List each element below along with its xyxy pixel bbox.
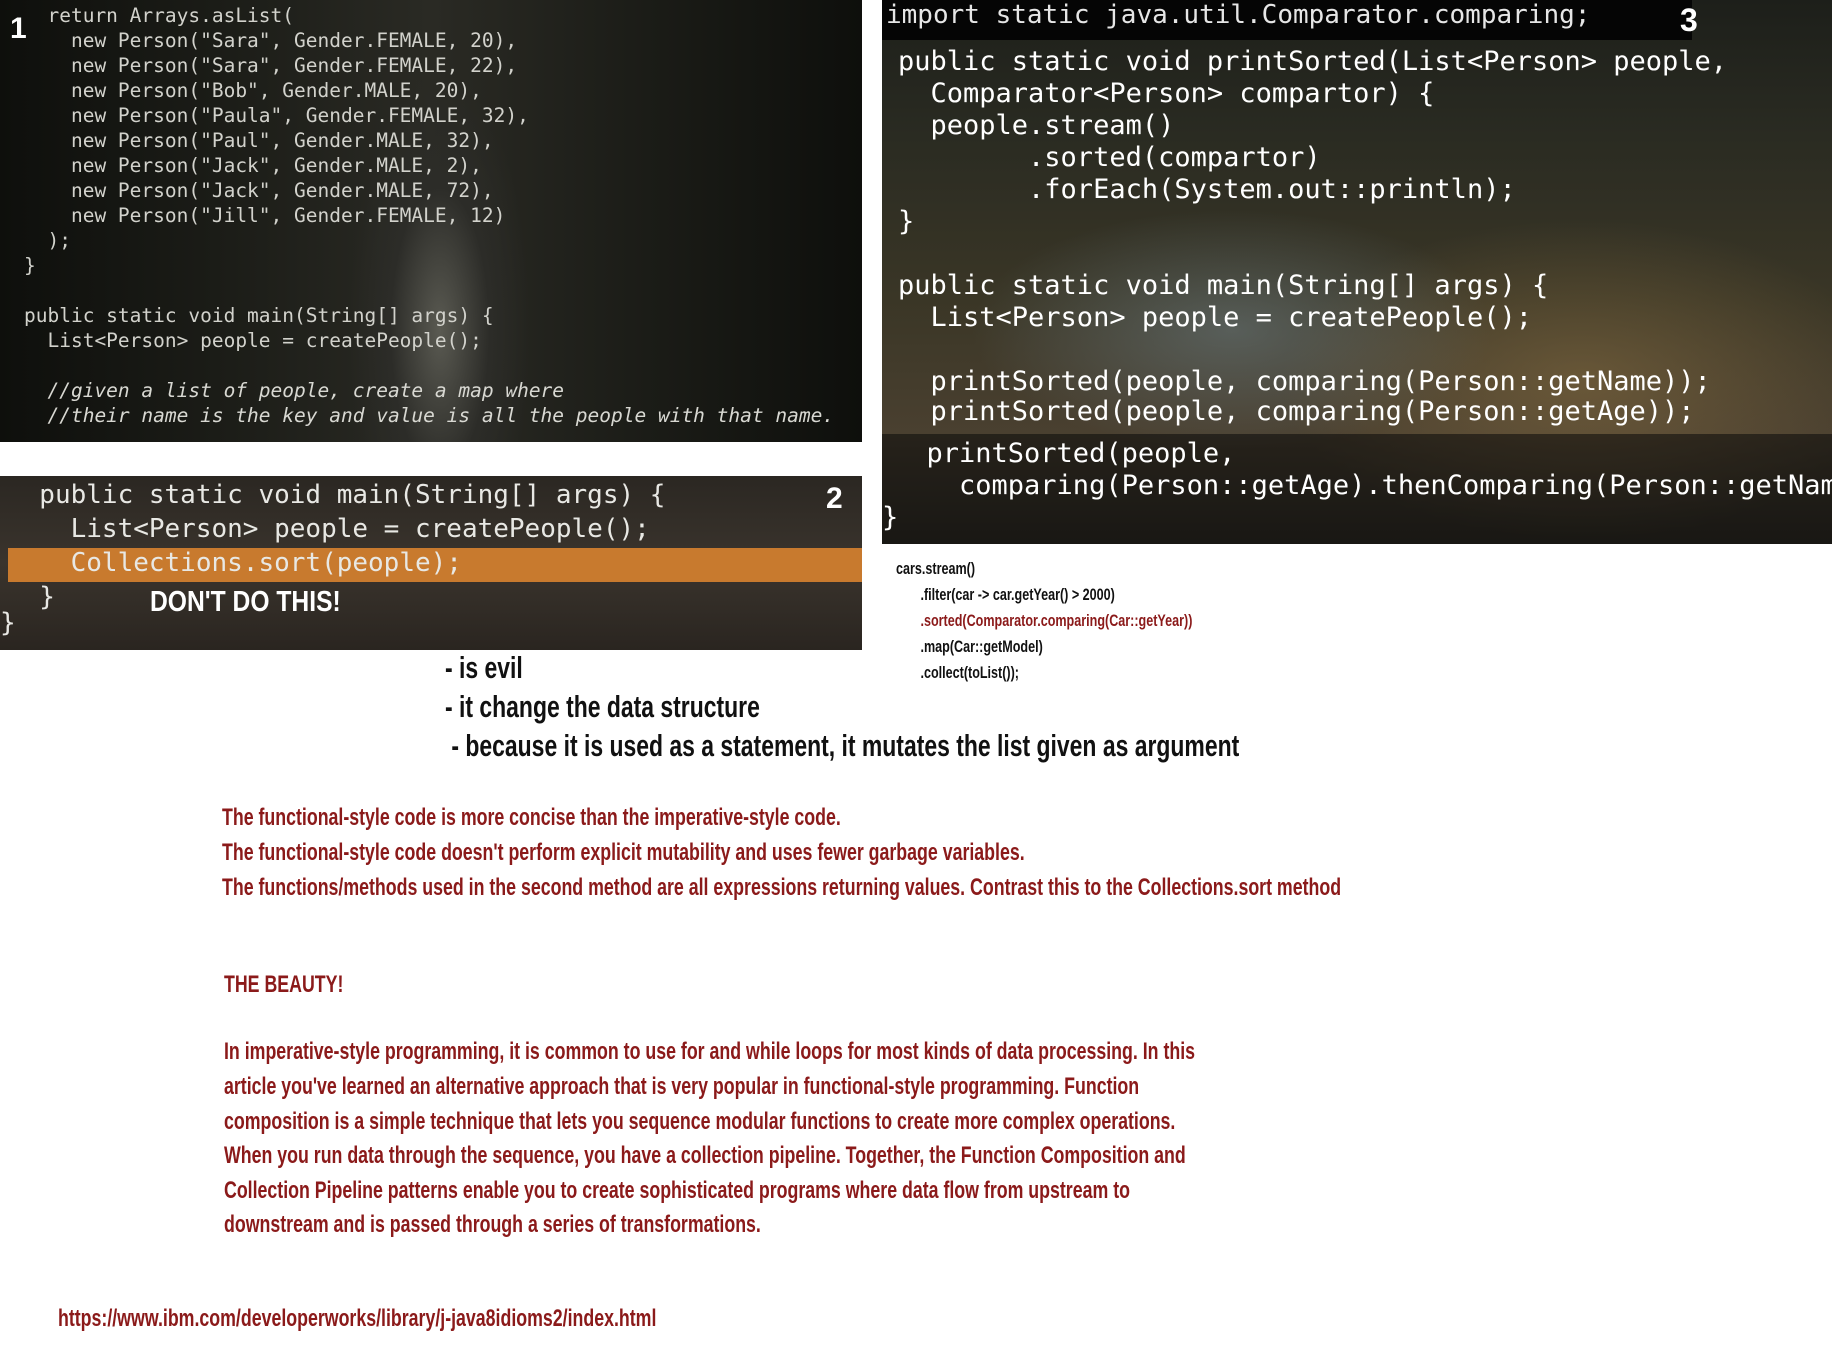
code-line: new Person("Sara", Gender.FEMALE, 20), [24, 29, 518, 52]
code-line: List<Person> people = createPeople(); [8, 514, 650, 544]
source-link[interactable]: https://www.ibm.com/developerworks/libra… [58, 1305, 656, 1333]
code-line: Comparator<Person> compartor) { [898, 78, 1435, 109]
code-line: public static void main(String[] args) { [8, 480, 666, 510]
code-comment: //given a list of people, create a map w… [24, 379, 565, 402]
cars-line: .filter(car -> car.getYear() > 2000) [896, 585, 1115, 604]
code-line: } [898, 206, 915, 237]
code-comment: //their name is the key and value is all… [24, 404, 835, 427]
note-line: - it change the data structure [445, 689, 760, 724]
code-line: printSorted(people, comparing(Person::ge… [898, 366, 1711, 397]
code-line: new Person("Paula", Gender.FEMALE, 32), [24, 104, 529, 127]
code-line: new Person("Bob", Gender.MALE, 20), [24, 79, 482, 102]
code-line: } [24, 254, 36, 277]
beauty-line: composition is a simple technique that l… [224, 1108, 1176, 1135]
cars-line-highlighted: .sorted(Comparator.comparing(Car::getYea… [896, 611, 1193, 630]
code-line: ); [24, 229, 71, 252]
code-line: public static void printSorted(List<Pers… [898, 46, 1728, 77]
warning-label: DON'T DO THIS! [150, 586, 341, 618]
code-line: return Arrays.asList( [24, 4, 295, 27]
code-line: new Person("Jack", Gender.MALE, 2), [24, 154, 482, 177]
code-line: people.stream() [898, 110, 1175, 141]
beauty-line: Collection Pipeline patterns enable you … [224, 1177, 1130, 1204]
code-line: } [882, 502, 899, 533]
code-screenshot-2: 2 public static void main(String[] args)… [0, 476, 862, 650]
code-line: printSorted(people, comparing(Person::ge… [898, 396, 1695, 427]
panel-number: 2 [826, 482, 843, 515]
code-line: .sorted(compartor) [898, 142, 1321, 173]
code-line: } [0, 608, 16, 638]
comparison-line: The functions/methods used in the second… [222, 874, 1342, 901]
panel-number: 3 [1680, 2, 1698, 38]
code-screenshot-3: import static java.util.Comparator.compa… [882, 0, 1832, 544]
beauty-heading: THE BEAUTY! [224, 971, 344, 998]
code-line: printSorted(people, [894, 438, 1236, 469]
import-line: import static java.util.Comparator.compa… [886, 0, 1591, 30]
code-line: new Person("Sara", Gender.FEMALE, 22), [24, 54, 518, 77]
code-line: List<Person> people = createPeople(); [24, 329, 482, 352]
cars-line: .map(Car::getModel) [896, 637, 1043, 656]
beauty-line: article you've learned an alternative ap… [224, 1073, 1140, 1100]
code-line: new Person("Paul", Gender.MALE, 32), [24, 129, 494, 152]
code-line: new Person("Jack", Gender.MALE, 72), [24, 179, 494, 202]
code-line: List<Person> people = createPeople(); [898, 302, 1532, 333]
code-line: public static void main(String[] args) { [898, 270, 1549, 301]
comparison-line: The functional-style code is more concis… [222, 804, 841, 831]
beauty-line: downstream and is passed through a serie… [224, 1211, 761, 1238]
code-line: public static void main(String[] args) { [24, 304, 494, 327]
comparison-line: The functional-style code doesn't perfor… [222, 839, 1025, 866]
cars-line: cars.stream() [896, 559, 976, 578]
code-line: comparing(Person::getAge).thenComparing(… [894, 470, 1832, 501]
cars-line: .collect(toList()); [896, 663, 1020, 682]
cars-stream-snippet: cars.stream() .filter(car -> car.getYear… [896, 556, 1192, 686]
beauty-line: In imperative-style programming, it is c… [224, 1038, 1196, 1065]
code-line-highlighted: Collections.sort(people); [8, 548, 462, 578]
code-screenshot-1: 1 return Arrays.asList( new Person("Sara… [0, 0, 862, 442]
beauty-line: When you run data through the sequence, … [224, 1142, 1186, 1169]
code-line: .forEach(System.out::println); [898, 174, 1516, 205]
note-line: - is evil [445, 650, 523, 685]
code-line: new Person("Jill", Gender.FEMALE, 12) [24, 204, 506, 227]
note-line: - because it is used as a statement, it … [445, 728, 1240, 763]
